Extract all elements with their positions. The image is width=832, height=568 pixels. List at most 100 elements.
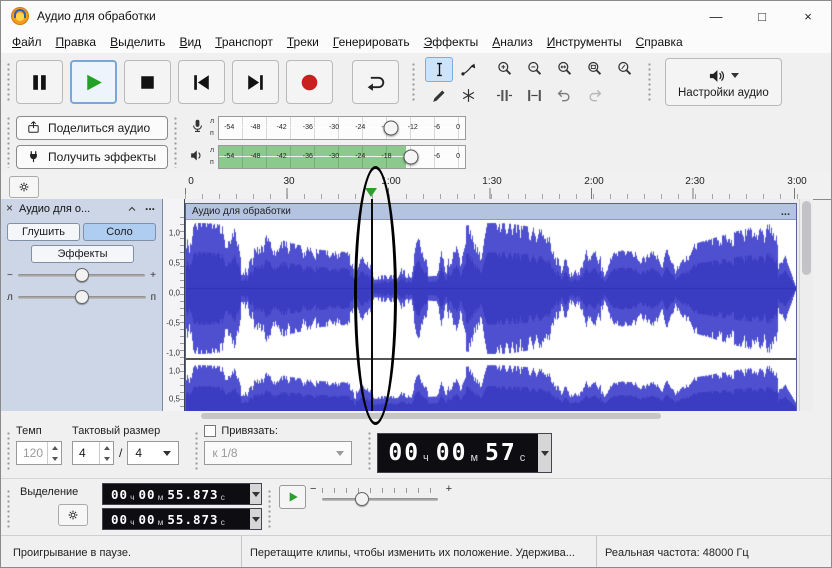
waveform-channel-left[interactable] [186,219,796,358]
gain-plus-label: + [150,269,156,281]
toolbar-grip[interactable] [6,62,11,102]
track-close-button[interactable]: × [6,201,13,215]
mute-button[interactable]: Глушить [7,223,80,241]
selection-end-field[interactable]: 00 ч 00 м 55.873 с [102,508,262,530]
selection-tool-button[interactable] [425,56,453,82]
toolbar-grip[interactable] [194,431,200,471]
spin-down-button[interactable] [100,453,113,464]
toolbar-grip[interactable] [367,431,373,471]
playback-meter-bar[interactable]: -54-48-42-36-30-24-18-12-60 [218,144,467,169]
get-effects-button[interactable]: Получить эффекты [16,144,168,169]
snap-checkbox[interactable] [204,425,217,437]
track-menu-button[interactable]: ... [145,199,155,213]
menu-item[interactable]: Файл [5,33,49,51]
skip-to-end-button[interactable] [232,60,279,104]
stop-button[interactable] [124,60,171,104]
time-signature-upper-input[interactable]: 4 [72,441,114,465]
play-at-speed-button[interactable] [279,485,306,509]
toolbar-grip[interactable] [173,116,178,168]
toolbar-grip[interactable] [267,489,272,529]
track-collapse-button[interactable] [126,203,138,218]
toolbar-grip[interactable] [647,62,652,102]
spin-down-button[interactable] [48,453,61,464]
snap-interval-select[interactable]: к 1/8 [204,441,353,465]
toolbar-grip[interactable] [6,116,11,168]
multi-tool-button[interactable] [454,83,482,108]
undo-button[interactable] [550,83,578,108]
vertical-scrollbar-thumb[interactable] [802,201,811,275]
pause-button[interactable] [16,60,63,104]
time-format-dropdown[interactable] [250,484,261,504]
audio-position-display[interactable]: 00 ч 00 м 57 с [377,433,553,473]
clip-header[interactable]: Аудио для обработки ... [186,204,796,220]
menu-item[interactable]: Вид [172,33,208,51]
tempo-input[interactable]: 120 [16,441,62,465]
vertical-scale-ruler[interactable]: 1,0 0,5 0,0 -0,5 -1,0 1,0 0,5 [163,199,185,411]
zoom-toggle-button[interactable] [610,56,638,81]
close-button[interactable]: × [785,1,831,31]
menu-item[interactable]: Выделить [103,33,172,51]
horizontal-scrollbar-thumb[interactable] [201,413,661,419]
speed-slider-thumb[interactable] [354,492,369,506]
timeline-ruler[interactable]: 0 30 1:00 1:30 2:00 2:30 3:00 [1,173,831,200]
menu-item[interactable]: Правка [49,33,104,51]
menu-item[interactable]: Эффекты [417,33,486,51]
playback-speed-slider[interactable]: − + [310,483,452,508]
waveform-channel-right[interactable] [186,361,796,411]
minimize-button[interactable]: — [693,1,739,31]
menu-item[interactable]: Генерировать [326,33,417,51]
pan-slider-thumb[interactable] [74,290,89,304]
playhead-marker-icon[interactable] [365,188,377,197]
recording-volume-knob[interactable] [383,120,399,135]
trim-audio-button[interactable] [490,83,518,108]
menu-item[interactable]: Справка [629,33,690,51]
zoom-in-button[interactable] [490,56,518,81]
spin-up-button[interactable] [48,442,61,453]
zoom-fit-project-button[interactable] [580,56,608,81]
gain-slider[interactable]: − + [7,267,156,283]
solo-button[interactable]: Соло [83,223,156,241]
recording-meter[interactable]: л п -54-48-42-36-30-24-18-12-60 [189,115,467,140]
pan-slider[interactable]: л п [7,289,156,305]
menu-item[interactable]: Анализ [485,33,540,51]
silence-audio-button[interactable] [520,83,548,108]
draw-tool-button[interactable] [425,83,453,108]
audio-clip[interactable]: Аудио для обработки ... [185,203,797,411]
menu-item[interactable]: Инструменты [540,33,629,51]
vertical-scrollbar[interactable] [799,199,813,411]
recording-meter-bar[interactable]: -54-48-42-36-30-24-18-12-60 [218,115,467,140]
time-format-dropdown[interactable] [250,509,261,529]
toolbar-grip[interactable] [411,62,416,102]
track-name[interactable]: Аудио для о... [19,203,123,215]
menu-item[interactable]: Транспорт [208,33,280,51]
clip-menu-button[interactable]: ... [781,206,790,218]
redo-button[interactable] [580,83,608,108]
timeline-options-button[interactable] [9,176,39,198]
menu-item[interactable]: Треки [280,33,326,51]
time-ruler-scale[interactable]: 0 30 1:00 1:30 2:00 2:30 3:00 [185,173,807,199]
toolbar-grip[interactable] [6,431,11,471]
selection-start-field[interactable]: 00 ч 00 м 55.873 с [102,483,262,505]
redo-icon [588,89,601,102]
audio-setup-button[interactable]: Настройки аудио [665,58,782,106]
waveform-view[interactable]: Аудио для обработки ... [185,199,799,411]
skip-to-start-button[interactable] [178,60,225,104]
get-effects-label: Получить эффекты [48,149,157,164]
share-audio-button[interactable]: Поделиться аудио [16,115,168,140]
play-button[interactable] [70,60,117,104]
selection-options-button[interactable] [58,504,88,526]
playback-meter[interactable]: л п -54-48-42-36-30-24-18-12-60 [189,144,467,169]
envelope-tool-button[interactable] [454,57,482,82]
maximize-button[interactable]: □ [739,1,785,31]
track-effects-button[interactable]: Эффекты [31,245,134,263]
loop-button[interactable] [352,60,399,104]
time-format-dropdown[interactable] [538,434,552,472]
gain-slider-thumb[interactable] [74,268,89,282]
time-signature-lower-select[interactable]: 4 [127,441,180,465]
record-button[interactable] [286,60,333,104]
zoom-out-button[interactable] [520,56,548,81]
toolbar-grip[interactable] [6,489,11,529]
spin-up-button[interactable] [100,442,113,453]
zoom-selection-button[interactable] [550,56,578,81]
playback-volume-knob[interactable] [403,149,419,164]
